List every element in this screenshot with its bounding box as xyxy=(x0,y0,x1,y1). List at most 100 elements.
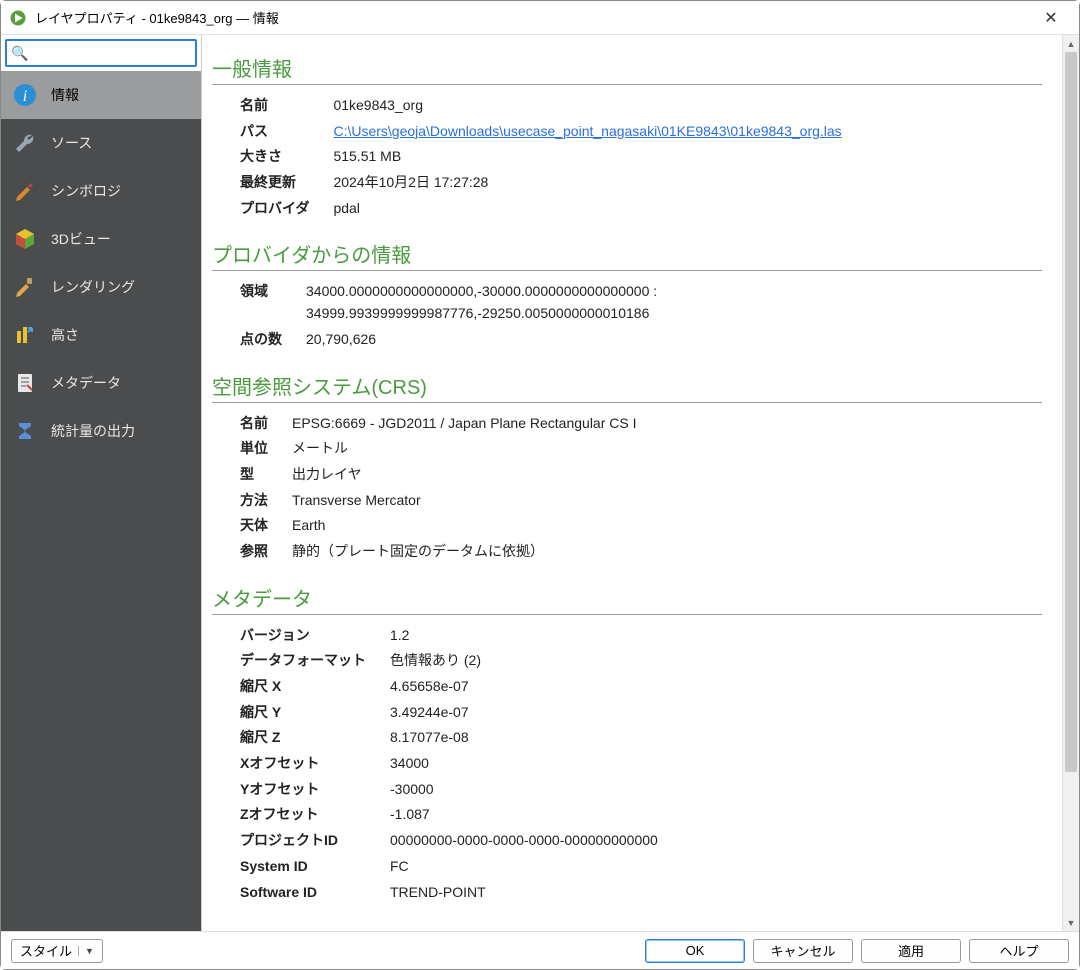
value: 515.51 MB xyxy=(333,144,851,170)
value: 20,790,626 xyxy=(306,327,667,353)
nav-item-rendering[interactable]: レンダリング xyxy=(1,263,201,311)
label: 参照 xyxy=(240,539,292,565)
label: 名前 xyxy=(240,411,292,437)
label: 縮尺 Y xyxy=(240,700,390,726)
section-provider-title: プロバイダからの情報 xyxy=(212,239,1042,271)
label: 領域 xyxy=(240,279,306,326)
cancel-button[interactable]: キャンセル xyxy=(753,939,853,963)
nav-label: 統計量の出力 xyxy=(51,421,135,441)
value: 色情報あり (2) xyxy=(390,648,668,674)
nav-item-info[interactable]: i 情報 xyxy=(1,71,201,119)
nav-item-source[interactable]: ソース xyxy=(1,119,201,167)
nav-item-elevation[interactable]: 高さ xyxy=(1,311,201,359)
label: 最終更新 xyxy=(240,170,333,196)
value: -1.087 xyxy=(390,802,668,828)
nav-list: i 情報 ソース シンボロジ 3Dビュー レンダリング 高さ xyxy=(1,71,201,931)
cube-icon xyxy=(13,227,37,251)
ok-button[interactable]: OK xyxy=(645,939,745,963)
meta-table: バージョン1.2 データフォーマット色情報あり (2) 縮尺 X4.65658e… xyxy=(240,623,668,906)
label: 単位 xyxy=(240,436,292,462)
qgis-icon xyxy=(9,9,27,27)
value: 出力レイヤ xyxy=(292,462,647,488)
value: 8.17077e-08 xyxy=(390,725,668,751)
value: Earth xyxy=(292,513,647,539)
section-crs-title: 空間参照システム(CRS) xyxy=(212,371,1042,403)
elevation-icon xyxy=(13,323,37,347)
value: 静的（プレート固定のデータムに依拠） xyxy=(292,539,647,565)
scroll-down-icon[interactable]: ▼ xyxy=(1063,914,1079,931)
label: バージョン xyxy=(240,623,390,649)
search-icon: 🔍 xyxy=(11,45,28,62)
style-dropdown[interactable]: スタイル ▼ xyxy=(11,939,103,963)
path-link[interactable]: C:\Users\geoja\Downloads\usecase_point_n… xyxy=(333,123,841,139)
general-table: 名前01ke9843_org パスC:\Users\geoja\Download… xyxy=(240,93,852,221)
scroll-up-icon[interactable]: ▲ xyxy=(1063,35,1079,52)
value: 3.49244e-07 xyxy=(390,700,668,726)
value: 2024年10月2日 17:27:28 xyxy=(333,170,851,196)
value: 00000000-0000-0000-0000-000000000000 xyxy=(390,828,668,854)
label: 型 xyxy=(240,462,292,488)
label: Zオフセット xyxy=(240,802,390,828)
paintbrush-icon xyxy=(13,275,37,299)
sidebar: 🔍 i 情報 ソース シンボロジ 3Dビュー レンダ xyxy=(1,35,201,931)
section-meta-title: メタデータ xyxy=(212,583,1042,615)
vertical-scrollbar[interactable]: ▲ ▼ xyxy=(1062,35,1079,931)
nav-item-statistics[interactable]: 統計量の出力 xyxy=(1,407,201,455)
value: TREND-POINT xyxy=(390,880,668,906)
nav-label: 情報 xyxy=(51,85,79,105)
chevron-down-icon: ▼ xyxy=(78,946,94,956)
value: -30000 xyxy=(390,777,668,803)
label: プロジェクトID xyxy=(240,828,390,854)
search-box[interactable]: 🔍 xyxy=(5,39,197,67)
document-icon xyxy=(13,371,37,395)
value: 01ke9843_org xyxy=(333,93,851,119)
label: 縮尺 Z xyxy=(240,725,390,751)
content-panel: 一般情報 名前01ke9843_org パスC:\Users\geoja\Dow… xyxy=(202,35,1062,931)
value: メートル xyxy=(292,436,647,462)
search-input[interactable] xyxy=(32,46,208,61)
apply-button[interactable]: 適用 xyxy=(861,939,961,963)
label: 天体 xyxy=(240,513,292,539)
close-icon[interactable]: ✕ xyxy=(1031,8,1071,28)
label: パス xyxy=(240,119,333,145)
help-button[interactable]: ヘルプ xyxy=(969,939,1069,963)
nav-item-metadata[interactable]: メタデータ xyxy=(1,359,201,407)
wrench-icon xyxy=(13,131,37,155)
label: 点の数 xyxy=(240,327,306,353)
label: 方法 xyxy=(240,488,292,514)
nav-label: 高さ xyxy=(51,325,79,345)
footer-bar: スタイル ▼ OK キャンセル 適用 ヘルプ xyxy=(1,931,1079,969)
value: 4.65658e-07 xyxy=(390,674,668,700)
main-area: 🔍 i 情報 ソース シンボロジ 3Dビュー レンダ xyxy=(1,35,1079,931)
label: Software ID xyxy=(240,880,390,906)
info-icon: i xyxy=(13,83,37,107)
label: 名前 xyxy=(240,93,333,119)
value: 34000 xyxy=(390,751,668,777)
provider-table: 領域34000.0000000000000000,-30000.00000000… xyxy=(240,279,667,352)
nav-label: 3Dビュー xyxy=(51,229,111,249)
label: Xオフセット xyxy=(240,751,390,777)
nav-item-symbology[interactable]: シンボロジ xyxy=(1,167,201,215)
label: プロバイダ xyxy=(240,196,333,222)
nav-label: メタデータ xyxy=(51,373,121,393)
window-title: レイヤプロパティ - 01ke9843_org — 情報 xyxy=(35,8,1031,27)
label: データフォーマット xyxy=(240,648,390,674)
value: 34000.0000000000000000,-30000.0000000000… xyxy=(306,279,667,326)
nav-label: レンダリング xyxy=(51,277,135,297)
style-label: スタイル xyxy=(20,941,72,960)
svg-text:i: i xyxy=(23,88,27,105)
crs-table: 名前EPSG:6669 - JGD2011 / Japan Plane Rect… xyxy=(240,411,647,565)
label: 大きさ xyxy=(240,144,333,170)
brush-icon xyxy=(13,179,37,203)
value: EPSG:6669 - JGD2011 / Japan Plane Rectan… xyxy=(292,411,647,437)
value: pdal xyxy=(333,196,851,222)
label: 縮尺 X xyxy=(240,674,390,700)
nav-item-3dview[interactable]: 3Dビュー xyxy=(1,215,201,263)
nav-label: シンボロジ xyxy=(51,181,121,201)
titlebar: レイヤプロパティ - 01ke9843_org — 情報 ✕ xyxy=(1,1,1079,35)
label: System ID xyxy=(240,854,390,880)
sigma-icon xyxy=(13,419,37,443)
label: Yオフセット xyxy=(240,777,390,803)
value: FC xyxy=(390,854,668,880)
scrollbar-thumb[interactable] xyxy=(1065,52,1077,772)
